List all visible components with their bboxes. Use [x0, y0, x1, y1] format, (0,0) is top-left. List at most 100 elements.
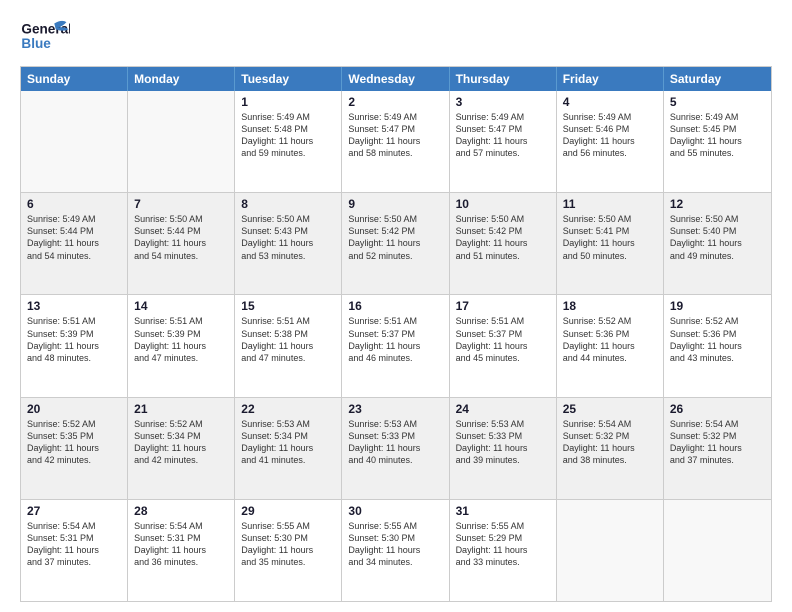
- day-info: Sunrise: 5:55 AMSunset: 5:29 PMDaylight:…: [456, 520, 550, 569]
- day-number: 31: [456, 504, 550, 518]
- day-number: 17: [456, 299, 550, 313]
- weekday-header-tuesday: Tuesday: [235, 67, 342, 91]
- day-number: 22: [241, 402, 335, 416]
- day-info: Sunrise: 5:54 AMSunset: 5:32 PMDaylight:…: [670, 418, 765, 467]
- calendar-day-26: 26 Sunrise: 5:54 AMSunset: 5:32 PMDayligh…: [664, 398, 771, 499]
- calendar-day-27: 27Sunrise: 5:54 AMSunset: 5:31 PMDayligh…: [21, 500, 128, 601]
- calendar-week-2: 6 Sunrise: 5:49 AMSunset: 5:44 PMDaylight…: [21, 193, 771, 295]
- day-number: 7: [134, 197, 228, 211]
- calendar-day-17: 17 Sunrise: 5:51 AMSunset: 5:37 PMDayligh…: [450, 295, 557, 396]
- header: General Blue: [20, 16, 772, 56]
- day-info: Sunrise: 5:49 AMSunset: 5:45 PMDaylight:…: [670, 111, 765, 160]
- day-info: Sunrise: 5:49 AMSunset: 5:47 PMDaylight:…: [456, 111, 550, 160]
- day-info: Sunrise: 5:51 AMSunset: 5:37 PMDaylight:…: [456, 315, 550, 364]
- day-number: 15: [241, 299, 335, 313]
- day-info: Sunrise: 5:53 AMSunset: 5:34 PMDaylight:…: [241, 418, 335, 467]
- day-number: 13: [27, 299, 121, 313]
- calendar-day-19: 19 Sunrise: 5:52 AMSunset: 5:36 PMDayligh…: [664, 295, 771, 396]
- calendar-day-13: 13 Sunrise: 5:51 AMSunset: 5:39 PMDayligh…: [21, 295, 128, 396]
- calendar-day-empty: [21, 91, 128, 192]
- day-number: 18: [563, 299, 657, 313]
- day-info: Sunrise: 5:55 AMSunset: 5:30 PMDaylight:…: [241, 520, 335, 569]
- day-info: Sunrise: 5:52 AMSunset: 5:35 PMDaylight:…: [27, 418, 121, 467]
- day-number: 21: [134, 402, 228, 416]
- day-number: 28: [134, 504, 228, 518]
- day-info: Sunrise: 5:55 AMSunset: 5:30 PMDaylight:…: [348, 520, 442, 569]
- page: General Blue SundayMondayTuesdayWednesda…: [0, 0, 792, 612]
- weekday-header-saturday: Saturday: [664, 67, 771, 91]
- logo: General Blue: [20, 16, 70, 56]
- calendar-day-29: 29Sunrise: 5:55 AMSunset: 5:30 PMDayligh…: [235, 500, 342, 601]
- day-number: 4: [563, 95, 657, 109]
- day-info: Sunrise: 5:54 AMSunset: 5:31 PMDaylight:…: [27, 520, 121, 569]
- day-number: 14: [134, 299, 228, 313]
- calendar-day-24: 24 Sunrise: 5:53 AMSunset: 5:33 PMDayligh…: [450, 398, 557, 499]
- calendar-week-1: 1 Sunrise: 5:49 AMSunset: 5:48 PMDaylight…: [21, 91, 771, 193]
- day-info: Sunrise: 5:53 AMSunset: 5:33 PMDaylight:…: [456, 418, 550, 467]
- calendar-day-4: 4 Sunrise: 5:49 AMSunset: 5:46 PMDaylight…: [557, 91, 664, 192]
- day-info: Sunrise: 5:49 AMSunset: 5:44 PMDaylight:…: [27, 213, 121, 262]
- day-number: 3: [456, 95, 550, 109]
- calendar-day-11: 11Sunrise: 5:50 AMSunset: 5:41 PMDayligh…: [557, 193, 664, 294]
- day-number: 2: [348, 95, 442, 109]
- day-number: 10: [456, 197, 550, 211]
- calendar-day-30: 30 Sunrise: 5:55 AMSunset: 5:30 PMDayligh…: [342, 500, 449, 601]
- calendar-day-3: 3 Sunrise: 5:49 AMSunset: 5:47 PMDaylight…: [450, 91, 557, 192]
- day-info: Sunrise: 5:53 AMSunset: 5:33 PMDaylight:…: [348, 418, 442, 467]
- day-info: Sunrise: 5:50 AMSunset: 5:40 PMDaylight:…: [670, 213, 765, 262]
- day-number: 23: [348, 402, 442, 416]
- calendar-week-4: 20 Sunrise: 5:52 AMSunset: 5:35 PMDayligh…: [21, 398, 771, 500]
- calendar-day-empty: [557, 500, 664, 601]
- calendar-day-18: 18Sunrise: 5:52 AMSunset: 5:36 PMDayligh…: [557, 295, 664, 396]
- calendar-day-22: 22 Sunrise: 5:53 AMSunset: 5:34 PMDayligh…: [235, 398, 342, 499]
- calendar-day-25: 25Sunrise: 5:54 AMSunset: 5:32 PMDayligh…: [557, 398, 664, 499]
- calendar-day-23: 23 Sunrise: 5:53 AMSunset: 5:33 PMDayligh…: [342, 398, 449, 499]
- day-info: Sunrise: 5:52 AMSunset: 5:36 PMDaylight:…: [670, 315, 765, 364]
- day-info: Sunrise: 5:51 AMSunset: 5:39 PMDaylight:…: [27, 315, 121, 364]
- calendar-day-empty: [664, 500, 771, 601]
- day-info: Sunrise: 5:50 AMSunset: 5:44 PMDaylight:…: [134, 213, 228, 262]
- day-info: Sunrise: 5:51 AMSunset: 5:38 PMDaylight:…: [241, 315, 335, 364]
- weekday-header-monday: Monday: [128, 67, 235, 91]
- day-number: 19: [670, 299, 765, 313]
- weekday-header-thursday: Thursday: [450, 67, 557, 91]
- svg-text:Blue: Blue: [21, 36, 51, 51]
- calendar-day-7: 7 Sunrise: 5:50 AMSunset: 5:44 PMDaylight…: [128, 193, 235, 294]
- day-number: 6: [27, 197, 121, 211]
- calendar-day-20: 20 Sunrise: 5:52 AMSunset: 5:35 PMDayligh…: [21, 398, 128, 499]
- calendar-day-empty: [128, 91, 235, 192]
- calendar-day-31: 31 Sunrise: 5:55 AMSunset: 5:29 PMDayligh…: [450, 500, 557, 601]
- day-number: 12: [670, 197, 765, 211]
- day-number: 5: [670, 95, 765, 109]
- weekday-header-sunday: Sunday: [21, 67, 128, 91]
- calendar-body: 1 Sunrise: 5:49 AMSunset: 5:48 PMDaylight…: [21, 91, 771, 601]
- calendar-day-5: 5 Sunrise: 5:49 AMSunset: 5:45 PMDaylight…: [664, 91, 771, 192]
- day-number: 25: [563, 402, 657, 416]
- calendar-day-14: 14 Sunrise: 5:51 AMSunset: 5:39 PMDayligh…: [128, 295, 235, 396]
- day-number: 9: [348, 197, 442, 211]
- day-number: 1: [241, 95, 335, 109]
- logo-svg: General Blue: [20, 16, 70, 56]
- day-number: 8: [241, 197, 335, 211]
- day-info: Sunrise: 5:54 AMSunset: 5:31 PMDaylight:…: [134, 520, 228, 569]
- day-number: 24: [456, 402, 550, 416]
- calendar-day-12: 12 Sunrise: 5:50 AMSunset: 5:40 PMDayligh…: [664, 193, 771, 294]
- day-number: 20: [27, 402, 121, 416]
- calendar-day-21: 21 Sunrise: 5:52 AMSunset: 5:34 PMDayligh…: [128, 398, 235, 499]
- calendar-week-5: 27Sunrise: 5:54 AMSunset: 5:31 PMDayligh…: [21, 500, 771, 601]
- day-info: Sunrise: 5:52 AMSunset: 5:34 PMDaylight:…: [134, 418, 228, 467]
- day-number: 30: [348, 504, 442, 518]
- day-info: Sunrise: 5:51 AMSunset: 5:37 PMDaylight:…: [348, 315, 442, 364]
- calendar-day-6: 6 Sunrise: 5:49 AMSunset: 5:44 PMDaylight…: [21, 193, 128, 294]
- day-info: Sunrise: 5:51 AMSunset: 5:39 PMDaylight:…: [134, 315, 228, 364]
- day-info: Sunrise: 5:49 AMSunset: 5:48 PMDaylight:…: [241, 111, 335, 160]
- calendar-day-8: 8Sunrise: 5:50 AMSunset: 5:43 PMDaylight…: [235, 193, 342, 294]
- calendar-day-9: 9Sunrise: 5:50 AMSunset: 5:42 PMDaylight…: [342, 193, 449, 294]
- calendar-day-2: 2 Sunrise: 5:49 AMSunset: 5:47 PMDaylight…: [342, 91, 449, 192]
- day-info: Sunrise: 5:50 AMSunset: 5:41 PMDaylight:…: [563, 213, 657, 262]
- calendar-header: SundayMondayTuesdayWednesdayThursdayFrid…: [21, 67, 771, 91]
- day-info: Sunrise: 5:49 AMSunset: 5:46 PMDaylight:…: [563, 111, 657, 160]
- weekday-header-friday: Friday: [557, 67, 664, 91]
- day-info: Sunrise: 5:49 AMSunset: 5:47 PMDaylight:…: [348, 111, 442, 160]
- day-number: 26: [670, 402, 765, 416]
